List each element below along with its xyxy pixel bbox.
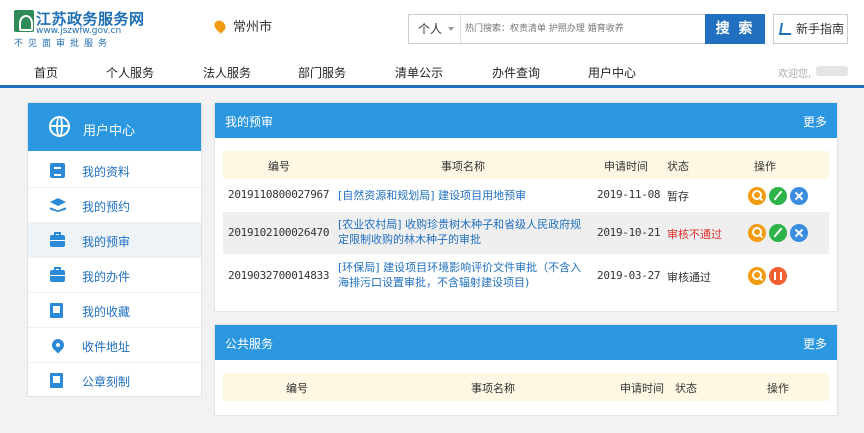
public-service-panel: 公共服务 更多 编号 事项名称 申请时间 状态 操作: [214, 324, 838, 416]
public-service-panel-header: 公共服务 更多: [215, 325, 837, 360]
application-number: 2019032700014833: [228, 269, 330, 282]
globe-icon: [49, 116, 70, 137]
column-header-actions: 操作: [767, 382, 789, 395]
nav-item-home[interactable]: 首页: [34, 64, 58, 81]
file-icon: [50, 303, 63, 318]
item-name-link[interactable]: [自然资源和规划局] 建设项目用地预审: [338, 188, 583, 203]
sidebar-item-label: 我的办件: [82, 270, 131, 284]
panel-title: 公共服务: [225, 337, 274, 351]
sidebar-item-label: 收件地址: [82, 340, 131, 354]
panel-title: 我的预审: [225, 115, 274, 129]
view-icon[interactable]: [748, 187, 766, 205]
column-header-actions: 操作: [754, 160, 776, 173]
sidebar-item-label: 我的资料: [82, 165, 131, 179]
logo-url: www.jszwfw.gov.cn: [36, 26, 122, 36]
application-date: 2019-03-27: [597, 269, 661, 282]
sidebar-item-my-cases[interactable]: 我的办件: [28, 258, 201, 293]
location-pin-icon: [212, 18, 228, 34]
table-row: 2019102100026470 [农业农村局] 收购珍贵树木种子和省级人民政府…: [223, 212, 829, 254]
nav-item-personal[interactable]: 个人服务: [106, 64, 154, 81]
table-row: 2019110800027967 [自然资源和规划局] 建设项目用地预审 201…: [223, 179, 829, 211]
status-text: 审核通过: [667, 271, 711, 284]
caret-down-icon: [448, 27, 454, 31]
location-icon: [49, 336, 67, 354]
nav-item-list[interactable]: 清单公示: [395, 64, 443, 81]
column-header-name: 事项名称: [441, 160, 485, 173]
sidebar-header: 用户中心: [28, 103, 201, 151]
item-name-link[interactable]: [环保局] 建设项目环境影响评价文件审批（不含入海排污口设置审批，不含辐射建设项…: [338, 260, 583, 290]
column-header-no: 编号: [286, 382, 308, 395]
status-text: 审核不通过: [667, 228, 722, 241]
nav-item-query[interactable]: 办件查询: [492, 64, 540, 81]
prereview-panel-header: 我的预审 更多: [215, 103, 837, 138]
search-button[interactable]: 搜 索: [705, 14, 765, 44]
main-nav: 首页 个人服务 法人服务 部门服务 清单公示 办件查询 用户中心 欢迎您,: [0, 58, 864, 88]
paper-plane-icon: [778, 23, 794, 35]
sidebar-item-my-favorites[interactable]: 我的收藏: [28, 293, 201, 328]
sidebar-item-my-appointments[interactable]: 我的预约: [28, 188, 201, 223]
application-number: 2019110800027967: [228, 188, 330, 201]
status-text: 暂存: [667, 190, 689, 203]
site-logo[interactable]: 江苏政务服务网 www.jszwfw.gov.cn 不见面审批服务: [14, 8, 154, 49]
nav-item-corporate[interactable]: 法人服务: [203, 64, 251, 81]
more-link[interactable]: 更多: [803, 113, 827, 130]
profile-icon: [50, 163, 65, 178]
sidebar-title: 用户中心: [83, 124, 136, 139]
delete-icon[interactable]: [790, 224, 808, 242]
sidebar-item-label: 我的收藏: [82, 305, 131, 319]
file-icon: [50, 373, 63, 388]
view-icon[interactable]: [748, 224, 766, 242]
sidebar-item-delivery-address[interactable]: 收件地址: [28, 328, 201, 363]
sidebar-item-label: 公章刻制: [82, 375, 131, 389]
logo-emblem-icon: [14, 10, 34, 32]
logo-slogan: 不见面审批服务: [14, 39, 113, 49]
sidebar-item-label: 我的预约: [82, 200, 131, 214]
search-box: 个人: [408, 14, 706, 44]
table-row: 2019032700014833 [环保局] 建设项目环境影响评价文件审批（不含…: [223, 255, 829, 297]
application-date: 2019-10-21: [597, 226, 661, 239]
briefcase-icon: [50, 267, 65, 282]
column-header-status: 状态: [675, 382, 697, 395]
edit-icon[interactable]: [769, 224, 787, 242]
edit-icon[interactable]: [769, 187, 787, 205]
beginner-guide-button[interactable]: 新手指南: [773, 14, 848, 44]
delete-icon[interactable]: [790, 187, 808, 205]
column-header-no: 编号: [268, 160, 290, 173]
sidebar-item-my-prereview[interactable]: 我的预审: [28, 223, 201, 258]
username-redacted[interactable]: [816, 66, 848, 76]
prereview-panel: 我的预审 更多 编号 事项名称 申请时间 状态 操作 2019110800027…: [214, 102, 838, 312]
welcome-text: 欢迎您,: [778, 69, 812, 80]
search-scope-value: 个人: [418, 22, 443, 36]
sidebar-item-my-profile[interactable]: 我的资料: [28, 153, 201, 188]
more-link[interactable]: 更多: [803, 335, 827, 352]
table-header: 编号 事项名称 申请时间 状态 操作: [223, 151, 829, 179]
column-header-date: 申请时间: [620, 382, 664, 395]
table-header: 编号 事项名称 申请时间 状态 操作: [223, 373, 829, 401]
layers-icon: [50, 198, 66, 213]
briefcase-icon: [50, 232, 65, 247]
view-icon[interactable]: [748, 267, 766, 285]
top-header: 江苏政务服务网 www.jszwfw.gov.cn 不见面审批服务 常州市 个人…: [0, 0, 864, 58]
column-header-date: 申请时间: [604, 160, 648, 173]
sidebar-item-seal-engraving[interactable]: 公章刻制: [28, 363, 201, 398]
nav-item-user-center[interactable]: 用户中心: [588, 64, 636, 81]
column-header-name: 事项名称: [471, 382, 515, 395]
application-number: 2019102100026470: [228, 226, 330, 239]
city-name: 常州市: [233, 20, 273, 35]
column-header-status: 状态: [667, 160, 689, 173]
item-name-link[interactable]: [农业农村局] 收购珍贵树木种子和省级人民政府规定限制收购的林木种子的审批: [338, 217, 583, 247]
application-date: 2019-11-08: [597, 188, 661, 201]
user-center-sidebar: 用户中心 我的资料 我的预约 我的预审 我的办件 我的收藏 收件地址 公章刻制: [27, 102, 202, 397]
report-icon[interactable]: [769, 267, 787, 285]
city-selector[interactable]: 常州市: [212, 16, 273, 35]
guide-button-label: 新手指南: [796, 22, 845, 36]
search-scope-select[interactable]: 个人: [409, 15, 461, 43]
sidebar-item-label: 我的预审: [82, 235, 131, 249]
search-input[interactable]: [463, 15, 703, 43]
nav-item-department[interactable]: 部门服务: [298, 64, 346, 81]
